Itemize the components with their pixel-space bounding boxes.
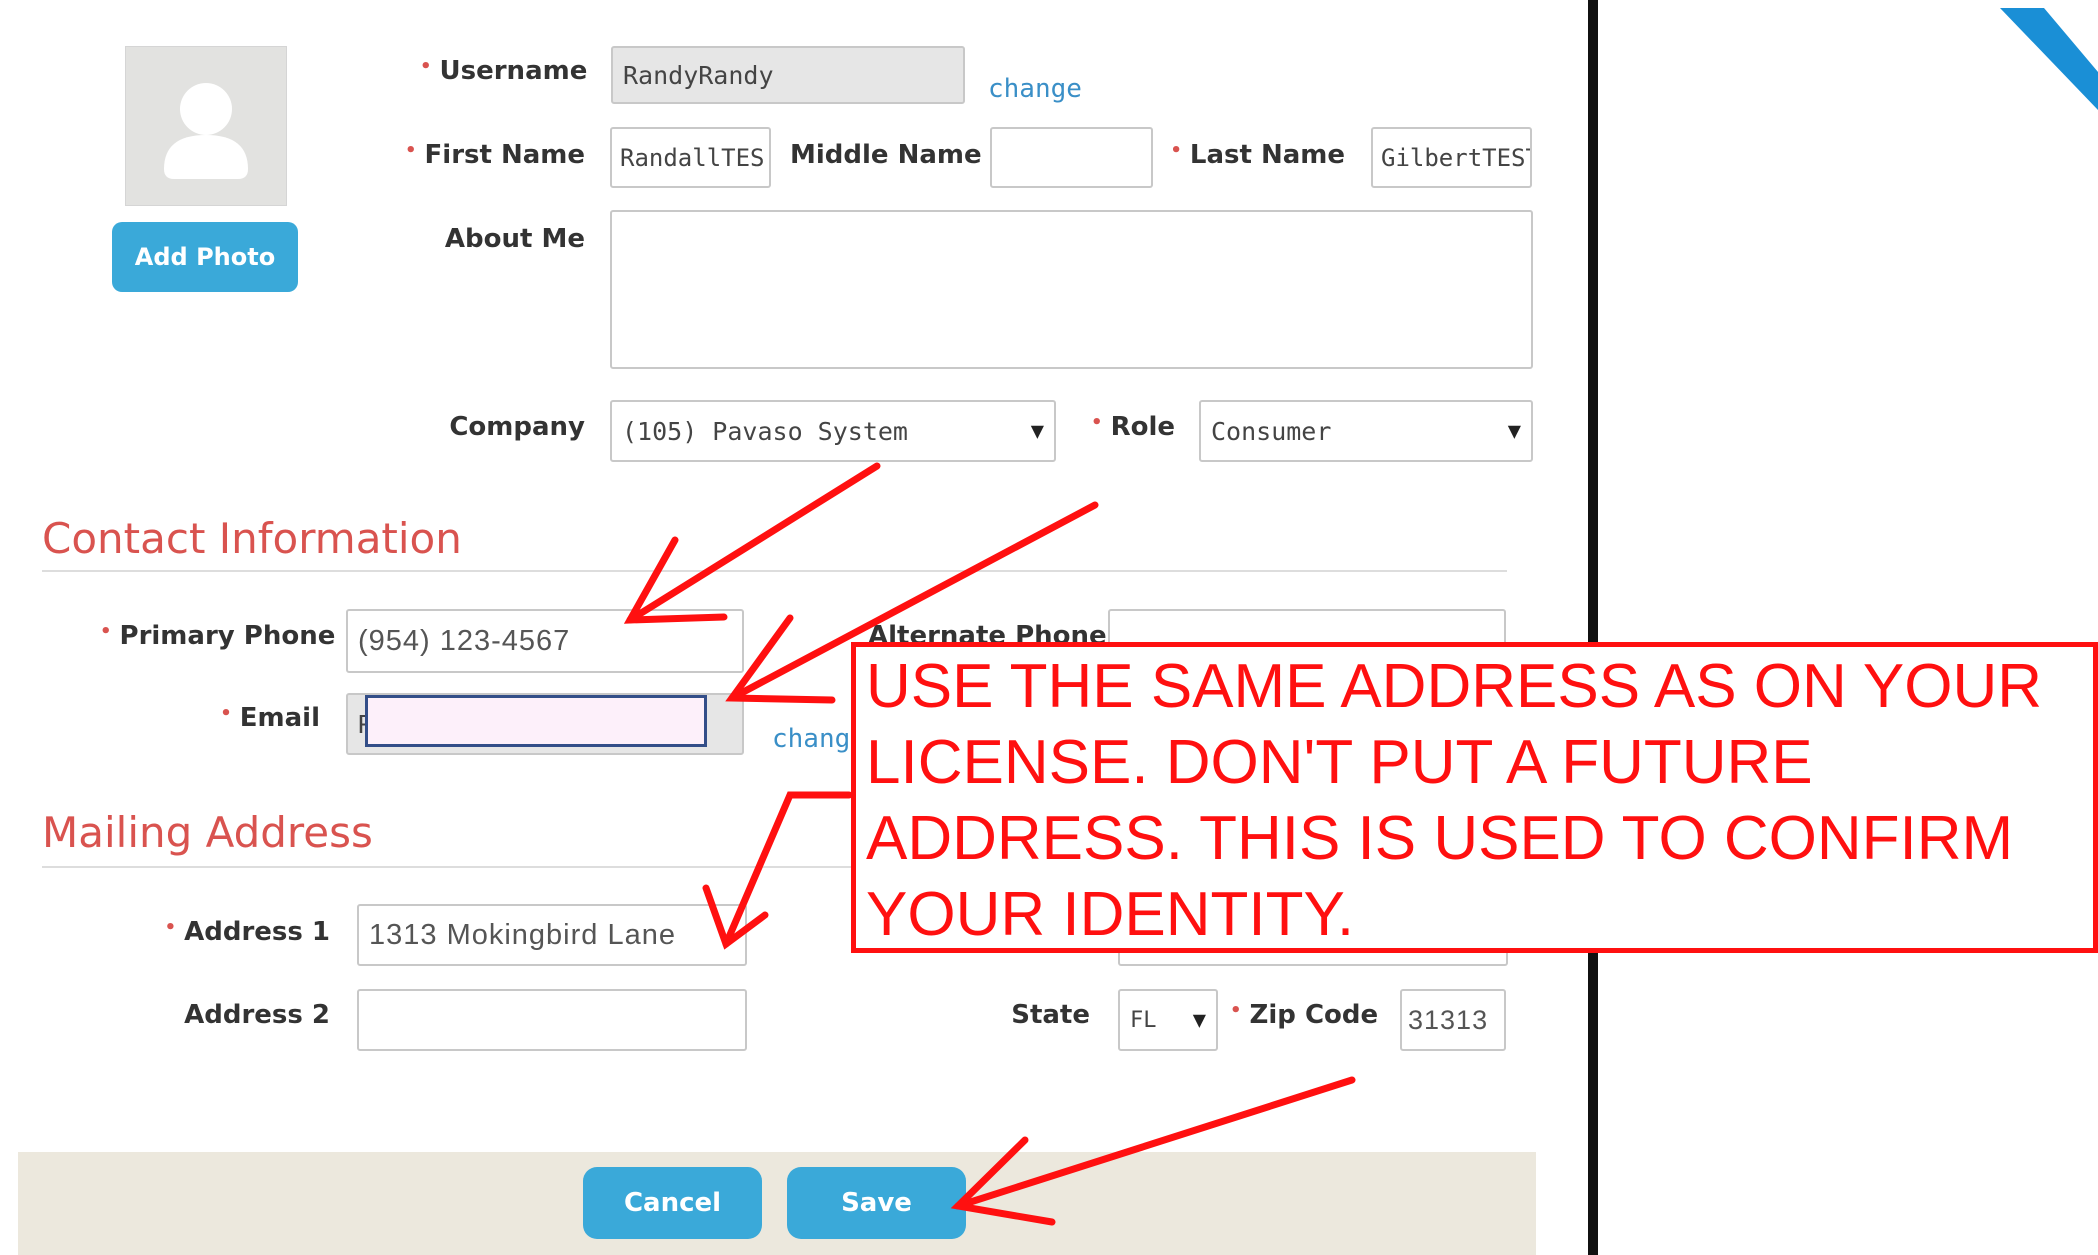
annotation-arrows — [623, 462, 1356, 1226]
annotation-note: USE THE SAME ADDRESS AS ON YOUR LICENSE.… — [851, 642, 2098, 953]
